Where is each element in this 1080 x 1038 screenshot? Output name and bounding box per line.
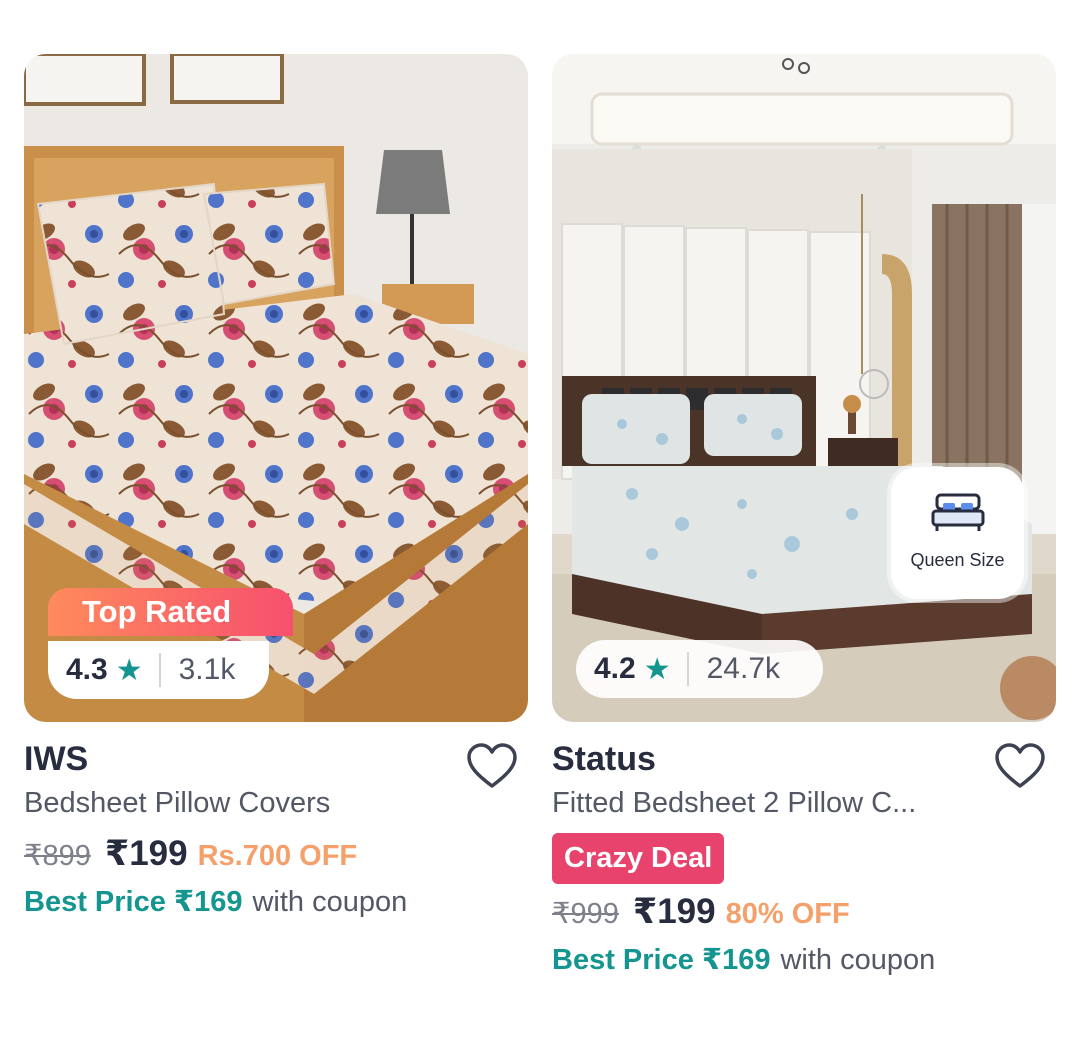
best-price: Best Price ₹169	[24, 886, 243, 918]
queen-size-label: Queen Size	[910, 550, 1005, 570]
rating-value: 4.2	[594, 652, 636, 685]
product-image[interactable]: Queen Size 4.2 ★ 24.7k	[552, 54, 1056, 722]
coupon-text: with coupon	[780, 944, 936, 976]
coupon-text: with coupon	[252, 886, 408, 918]
product-image-bedroom	[552, 54, 1056, 722]
mrp: ₹999	[552, 898, 619, 930]
rating-pill: 4.3 ★ 3.1k	[48, 641, 269, 699]
price-row: ₹899 ₹199 Rs.700 OFF	[24, 834, 357, 874]
rating-count: 24.7k	[706, 652, 781, 685]
rating-divider	[158, 653, 161, 687]
rating-divider	[686, 652, 689, 686]
best-price: Best Price ₹169	[552, 944, 771, 976]
product-card-status[interactable]: Queen Size 4.2 ★ 24.7k Status Fitted Bed…	[552, 54, 1056, 976]
star-icon: ★	[643, 652, 671, 686]
rating-value: 4.3	[66, 653, 108, 686]
star-icon: ★	[115, 653, 143, 687]
rating-pill: 4.2 ★ 24.7k	[576, 640, 823, 698]
best-price-row: Best Price ₹169 with coupon	[24, 884, 407, 919]
best-price-row: Best Price ₹169 with coupon	[552, 942, 935, 977]
product-image[interactable]: Top Rated 4.3 ★ 3.1k	[24, 54, 528, 722]
selling-price: ₹199	[104, 834, 188, 873]
product-title: Bedsheet Pillow Covers	[24, 787, 331, 819]
heart-icon[interactable]	[466, 742, 518, 790]
product-title: Fitted Bedsheet 2 Pillow C...	[552, 787, 917, 819]
discount: 80% OFF	[725, 898, 850, 930]
bed-icon	[931, 493, 984, 531]
top-rated-badge: Top Rated	[48, 588, 293, 636]
mrp: ₹899	[24, 840, 91, 872]
product-brand: Status	[552, 740, 656, 778]
top-rated-label: Top Rated	[48, 588, 293, 636]
heart-icon[interactable]	[994, 742, 1046, 790]
discount: Rs.700 OFF	[197, 840, 358, 872]
product-brand: IWS	[24, 740, 89, 778]
rating-count: 3.1k	[178, 653, 236, 686]
price-row: ₹999 ₹199 80% OFF	[552, 892, 850, 932]
selling-price: ₹199	[632, 892, 716, 931]
crazy-deal-badge: Crazy Deal	[552, 833, 725, 884]
queen-size-tag: Queen Size	[891, 467, 1024, 599]
product-card-iws[interactable]: Top Rated 4.3 ★ 3.1k IWS Bedsheet Pillow…	[24, 54, 528, 918]
